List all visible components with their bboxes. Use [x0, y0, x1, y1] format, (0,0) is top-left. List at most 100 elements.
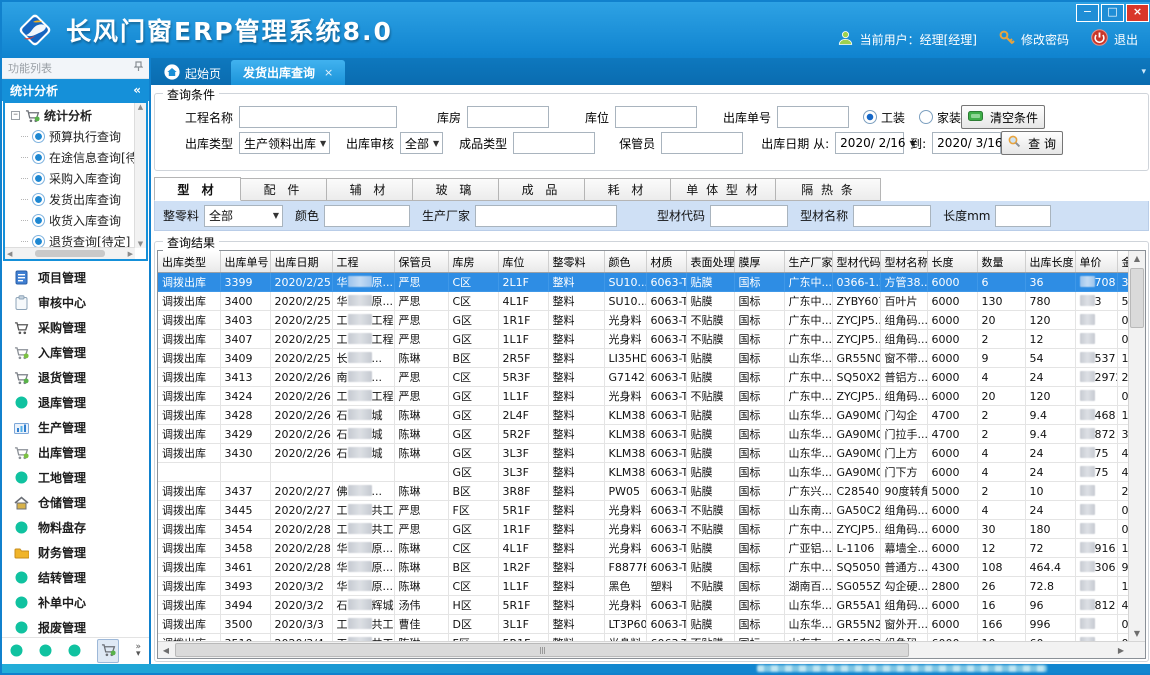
location-input[interactable] [615, 106, 697, 128]
radio-gongzhuang[interactable]: 工装 [863, 109, 905, 126]
tab-shipping-outbound-query[interactable]: 发货出库查询 × [231, 60, 345, 85]
scroll-up-icon[interactable]: ▲ [1129, 251, 1145, 266]
sidebar-item[interactable]: 仓储管理 [2, 490, 149, 515]
table-row[interactable]: 调拨出库34372020/2/27佛...陈琳B区3R8F整料PW056063-… [158, 482, 1128, 501]
scroll-left-icon[interactable]: ◀ [158, 643, 174, 658]
maximize-button[interactable]: □ [1101, 4, 1124, 22]
tab-list-chevron-icon[interactable]: ▾ [1141, 67, 1146, 77]
tree-item[interactable]: 收货入库查询 [5, 210, 146, 231]
table-row[interactable]: 调拨出库34032020/2/25工工程严思G区1R1F整料光身料6063-T5… [158, 311, 1128, 330]
sidebar-item[interactable]: 退库管理 [2, 390, 149, 415]
tree-expander-icon[interactable]: − [11, 111, 20, 120]
tree-item[interactable]: 在途信息查询[待 [5, 147, 146, 168]
sidebar-item[interactable]: 入库管理 [2, 340, 149, 365]
pin-icon[interactable] [134, 61, 143, 75]
horizontal-scrollbar[interactable]: ◀ ▶ [158, 641, 1145, 658]
sidebar-item[interactable]: 生产管理 [2, 415, 149, 440]
sidebar-item[interactable]: 财务管理 [2, 540, 149, 565]
collapse-icon[interactable]: « [133, 83, 141, 97]
tab-home[interactable]: 起始页 [154, 61, 231, 85]
audit-select[interactable]: 全部▼ [400, 132, 443, 154]
table-row[interactable]: 调拨出库34582020/2/28华原...陈琳C区4L1F整料光身料6063-… [158, 539, 1128, 558]
search-button[interactable]: 查 询 [1001, 131, 1063, 155]
column-header[interactable]: 型材名称 [880, 251, 927, 273]
column-header[interactable]: 数量 [977, 251, 1025, 273]
material-tab[interactable]: 配 件 [241, 178, 327, 201]
table-row[interactable]: 调拨出库34282020/2/26石城陈琳G区2L4F整料KLM38176063… [158, 406, 1128, 425]
column-header[interactable]: 出库单号 [220, 251, 270, 273]
material-tab[interactable]: 耗 材 [585, 178, 671, 201]
profile-name-input[interactable] [853, 205, 931, 227]
table-row[interactable]: G区3L3F整料KLM38176063-T5贴膜国标山东华...GA90M09.… [158, 463, 1128, 482]
table-row[interactable]: 调拨出库33992020/2/25华原...严思C区2L1F整料SU10...6… [158, 273, 1128, 292]
column-header[interactable]: 颜色 [604, 251, 646, 273]
tree-horizontal-scrollbar[interactable]: ◀▶ [5, 247, 135, 259]
order-no-input[interactable] [777, 106, 849, 128]
sidebar-item[interactable]: 工地管理 [2, 465, 149, 490]
vertical-scrollbar[interactable]: ▲ ▼ [1128, 251, 1145, 641]
product-type-input[interactable] [513, 132, 595, 154]
close-button[interactable]: × [1126, 4, 1149, 22]
sidebar-item[interactable]: 补单中心 [2, 590, 149, 615]
sidebar-item[interactable]: 报废管理 [2, 615, 149, 637]
column-header[interactable]: 生产厂家 [784, 251, 832, 273]
table-row[interactable]: 调拨出库35102020/3/4工共工程陈琳F区5R1F整料光身料6063-T5… [158, 634, 1128, 642]
circle-icon[interactable] [39, 642, 52, 661]
clear-conditions-button[interactable]: 清空条件 [961, 105, 1045, 129]
change-password-link[interactable]: 修改密码 [1021, 31, 1069, 48]
tree-root-statistics[interactable]: − 统计分析 [5, 103, 146, 126]
tab-close-icon[interactable]: × [324, 66, 333, 79]
column-header[interactable]: 金 [1117, 251, 1128, 273]
sidebar-item[interactable]: 出库管理 [2, 440, 149, 465]
project-name-input[interactable] [239, 106, 397, 128]
table-row[interactable]: 调拨出库34612020/2/28华原...陈琳B区1R2F整料F8877FT6… [158, 558, 1128, 577]
date-to-select[interactable]: 2020/ 3/16▼ [932, 132, 1001, 154]
column-header[interactable]: 型材代码 [832, 251, 880, 273]
keeper-input[interactable] [661, 132, 743, 154]
table-row[interactable]: 调拨出库34542020/2/28工共工程严思G区1R1F整料光身料6063-T… [158, 520, 1128, 539]
part-select[interactable]: 全部▼ [204, 205, 283, 227]
sidebar-section-statistics[interactable]: 统计分析 « [2, 79, 149, 101]
circle-icon[interactable] [68, 642, 81, 661]
sidebar-item[interactable]: 采购管理 [2, 315, 149, 340]
table-row[interactable]: 调拨出库35002020/3/3工共工程曹佳D区3L1F整料LT3P606063… [158, 615, 1128, 634]
more-icon[interactable]: ▾ [136, 651, 141, 658]
table-row[interactable]: 调拨出库34132020/2/26南...严思C区5R3F整料G71422606… [158, 368, 1128, 387]
material-tab[interactable]: 辅 材 [327, 178, 413, 201]
scroll-right-icon[interactable]: ▶ [1113, 643, 1129, 658]
horizontal-scroll-thumb[interactable] [175, 643, 909, 657]
column-header[interactable]: 长度 [927, 251, 977, 273]
column-header[interactable]: 单价 [1075, 251, 1117, 273]
column-header[interactable]: 保管员 [394, 251, 448, 273]
column-header[interactable]: 材质 [646, 251, 686, 273]
material-tab[interactable]: 型 材 [154, 177, 241, 201]
tree-vertical-scrollbar[interactable]: ▲▼ [134, 103, 146, 248]
column-header[interactable]: 表面处理 [686, 251, 734, 273]
manufacturer-input[interactable] [475, 205, 617, 227]
circle-icon[interactable] [10, 642, 23, 661]
column-header[interactable]: 工程 [332, 251, 394, 273]
sidebar-item[interactable]: 项目管理 [2, 265, 149, 290]
material-tab[interactable]: 玻 璃 [413, 178, 499, 201]
column-header[interactable]: 出库长度 [1025, 251, 1075, 273]
tree-item[interactable]: 预算执行查询 [5, 126, 146, 147]
material-tab[interactable]: 成 品 [499, 178, 585, 201]
column-header[interactable]: 膜厚 [734, 251, 784, 273]
column-header[interactable]: 出库类型 [158, 251, 220, 273]
tree-item[interactable]: 采购入库查询 [5, 168, 146, 189]
material-tab[interactable]: 单 体 型 材 [671, 178, 776, 201]
sidebar-item[interactable]: 审核中心 [2, 290, 149, 315]
column-header[interactable]: 库位 [498, 251, 548, 273]
table-row[interactable]: 调拨出库34242020/2/26工工程严思G区1L1F整料光身料6063-T5… [158, 387, 1128, 406]
tree-item[interactable]: 发货出库查询 [5, 189, 146, 210]
table-row[interactable]: 调拨出库34302020/2/26石城陈琳G区3L3F整料KLM38176063… [158, 444, 1128, 463]
logout-link[interactable]: 退出 [1114, 31, 1138, 48]
vertical-scroll-thumb[interactable] [1130, 268, 1144, 328]
column-header[interactable]: 库房 [448, 251, 498, 273]
cart-toolbar-button[interactable] [97, 639, 119, 663]
table-row[interactable]: 调拨出库34452020/2/27工共工程严思F区5R1F整料光身料6063-T… [158, 501, 1128, 520]
table-row[interactable]: 调拨出库34942020/3/2石辉城汤伟H区5R1F整料光身料6063-T5贴… [158, 596, 1128, 615]
sidebar-item[interactable]: 退货管理 [2, 365, 149, 390]
table-row[interactable]: 调拨出库34932020/3/2华原...陈琳C区1L1F整料黑色塑料不贴膜国标… [158, 577, 1128, 596]
radio-jiazhuang[interactable]: 家装 [919, 109, 961, 126]
